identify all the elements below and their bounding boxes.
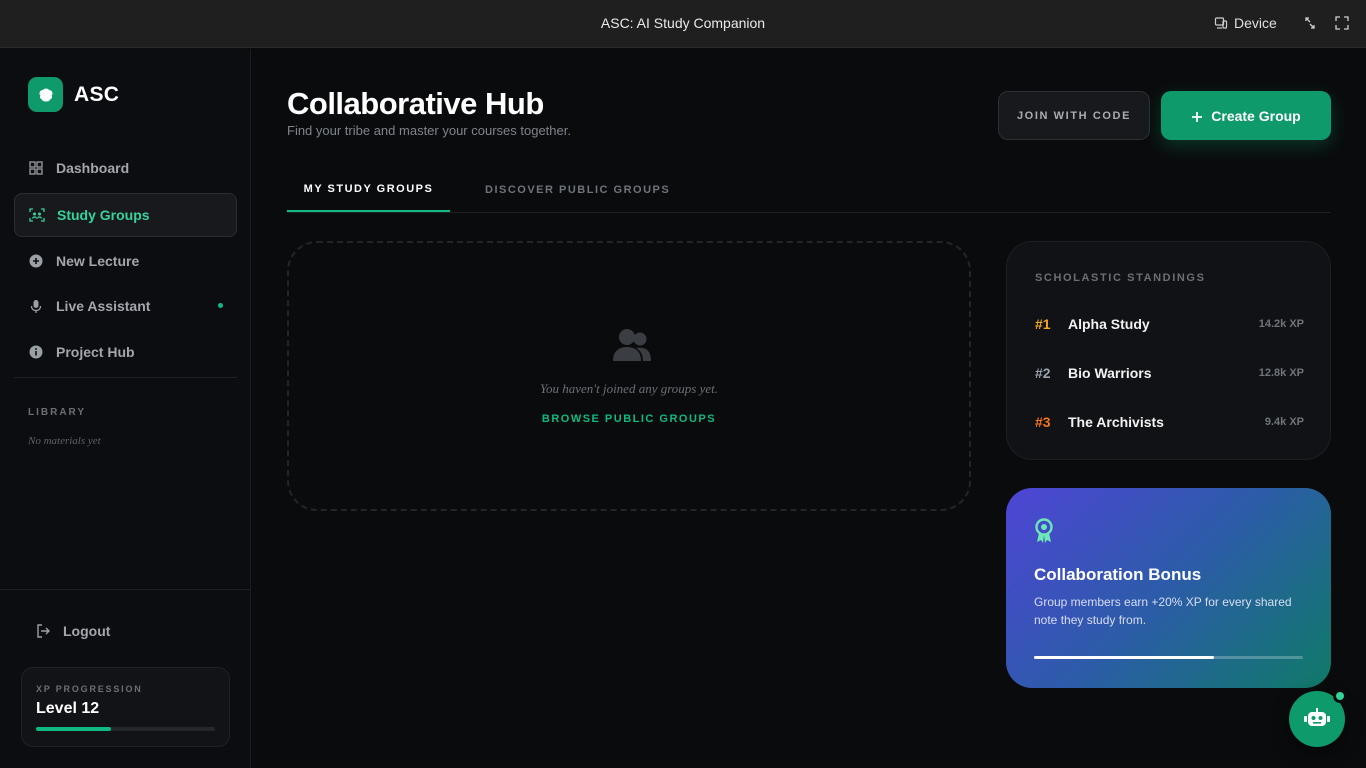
xp-progress-bar (36, 727, 215, 731)
tab-discover-public-groups[interactable]: DISCOVER PUBLIC GROUPS (485, 168, 670, 212)
bonus-progress-bar (1034, 656, 1303, 659)
group-xp: 12.8k XP (1258, 367, 1304, 379)
sidebar-footer-divider (0, 589, 250, 590)
collaboration-bonus-card: Collaboration Bonus Group members earn +… (1006, 488, 1331, 688)
brain-logo-icon (28, 77, 63, 112)
sidebar-item-label: New Lecture (56, 253, 140, 269)
sidebar-item-label: Study Groups (57, 207, 150, 223)
group-xp: 14.2k XP (1258, 318, 1304, 330)
library-empty-text: No materials yet (28, 435, 101, 447)
xp-progress-card: XP PROGRESSION Level 12 (21, 667, 230, 747)
rank-number: #3 (1035, 414, 1051, 430)
sidebar-item-label: Project Hub (56, 344, 135, 360)
bonus-description: Group members earn +20% XP for every sha… (1034, 595, 1292, 627)
xp-progress-fill (36, 727, 112, 731)
standings-row[interactable]: #3 The Archivists 9.4k XP (1035, 412, 1304, 432)
page-subtitle: Find your tribe and master your courses … (287, 123, 571, 138)
tab-my-study-groups[interactable]: MY STUDY GROUPS (287, 168, 450, 212)
groups-empty-state: You haven't joined any groups yet. BROWS… (287, 241, 971, 511)
sidebar-item-live-assistant[interactable]: Live Assistant (14, 284, 237, 328)
brand[interactable]: ASC (28, 77, 119, 112)
sidebar-divider (14, 377, 237, 378)
award-ribbon-icon (1034, 518, 1054, 544)
info-circle-icon (28, 344, 44, 360)
create-group-button[interactable]: Create Group (1161, 91, 1331, 140)
grid-icon (28, 160, 44, 176)
library-heading: LIBRARY (28, 407, 87, 418)
device-button[interactable]: Device (1214, 15, 1277, 31)
fullscreen-icon[interactable] (1335, 16, 1349, 30)
rank-number: #1 (1035, 316, 1051, 332)
microphone-icon (28, 298, 44, 314)
group-xp: 9.4k XP (1264, 416, 1304, 428)
users-icon (611, 327, 653, 363)
empty-state-message: You haven't joined any groups yet. (539, 381, 719, 396)
group-name: The Archivists (1068, 414, 1164, 430)
group-tabs: MY STUDY GROUPS DISCOVER PUBLIC GROUPS (287, 168, 1331, 213)
xp-label: XP PROGRESSION (36, 684, 143, 694)
page-title: Collaborative Hub (287, 86, 544, 121)
window-titlebar: ASC: AI Study Companion Device (0, 0, 1366, 48)
browse-public-groups-link[interactable]: BROWSE PUBLIC GROUPS (289, 413, 969, 425)
live-status-dot (218, 303, 223, 308)
standings-row[interactable]: #1 Alpha Study 14.2k XP (1035, 314, 1304, 334)
group-name: Bio Warriors (1068, 365, 1152, 381)
sidebar-item-label: Live Assistant (56, 298, 151, 314)
sidebar: ASC Dashboard Study Groups New Lecture L… (0, 49, 251, 768)
logout-icon (36, 624, 51, 638)
sidebar-item-new-lecture[interactable]: New Lecture (14, 239, 237, 283)
rank-number: #2 (1035, 365, 1051, 381)
people-scan-icon (29, 207, 45, 223)
join-with-code-button[interactable]: JOIN WITH CODE (998, 91, 1150, 140)
robot-icon (1304, 708, 1330, 730)
bonus-progress-fill (1034, 656, 1215, 659)
device-label: Device (1234, 15, 1277, 31)
sidebar-item-label: Dashboard (56, 160, 130, 176)
window-title: ASC: AI Study Companion (600, 15, 766, 31)
bonus-title: Collaboration Bonus (1034, 565, 1202, 584)
standings-row[interactable]: #2 Bio Warriors 12.8k XP (1035, 363, 1304, 383)
logout-button[interactable]: Logout (36, 623, 110, 639)
sidebar-item-dashboard[interactable]: Dashboard (14, 146, 237, 190)
scholastic-standings-card: SCHOLASTIC STANDINGS #1 Alpha Study 14.2… (1006, 241, 1331, 460)
logout-label: Logout (63, 623, 111, 639)
sidebar-item-project-hub[interactable]: Project Hub (14, 330, 237, 374)
standings-heading: SCHOLASTIC STANDINGS (1035, 272, 1206, 284)
group-name: Alpha Study (1068, 316, 1150, 332)
create-group-label: Create Group (1211, 107, 1301, 124)
plus-circle-icon (28, 253, 44, 269)
assistant-status-dot (1333, 689, 1347, 703)
sidebar-item-study-groups[interactable]: Study Groups (14, 193, 237, 237)
xp-level: Level 12 (36, 700, 100, 717)
brand-name: ASC (74, 82, 120, 106)
rotate-icon[interactable] (1303, 16, 1317, 30)
device-icon (1214, 16, 1228, 30)
plus-icon (1191, 110, 1203, 122)
